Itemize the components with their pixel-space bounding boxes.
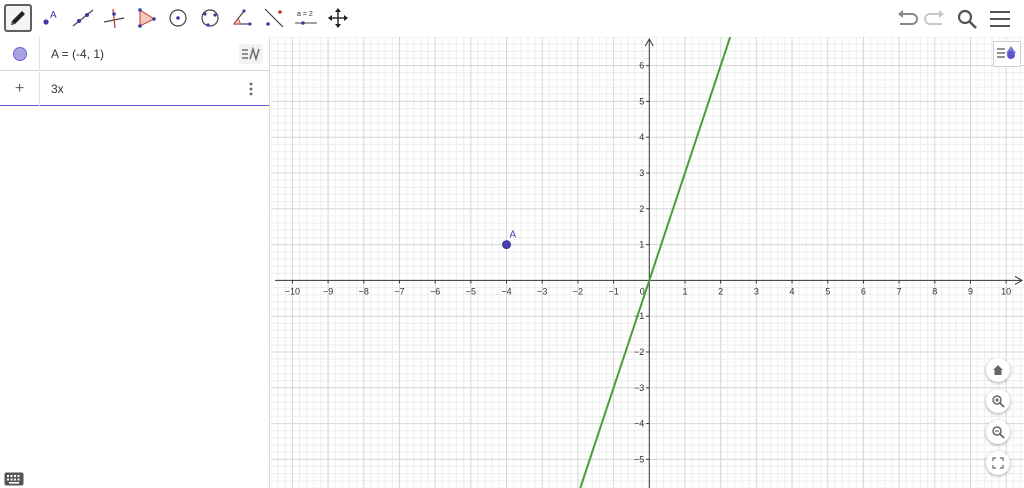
x-tick-label: 3	[754, 286, 759, 296]
move-tool[interactable]	[4, 4, 32, 32]
slider-icon: a = 2	[295, 11, 317, 25]
reflect-icon	[264, 8, 284, 28]
x-tick-label: −6	[430, 286, 440, 296]
x-tick-label: 6	[861, 286, 866, 296]
y-tick-label: 6	[639, 61, 644, 71]
circle-three-points-icon	[201, 9, 219, 27]
algebra-style-button[interactable]	[237, 40, 265, 68]
redo-icon	[924, 10, 944, 25]
keyboard-button[interactable]	[4, 472, 24, 486]
more-options-button[interactable]	[237, 75, 265, 103]
svg-text:A: A	[50, 10, 57, 21]
x-tick-label: 9	[968, 286, 973, 296]
x-tick-label: −7	[394, 286, 404, 296]
circle-center-icon	[169, 9, 187, 27]
polygon-tool[interactable]	[132, 4, 160, 32]
y-tick-label: 5	[639, 96, 644, 106]
move-view-tool[interactable]	[324, 4, 352, 32]
y-tick-label: 3	[639, 168, 644, 178]
add-item-button[interactable]: +	[0, 72, 40, 106]
angle-icon	[233, 9, 252, 26]
x-tick-label: −2	[573, 286, 583, 296]
home-icon	[993, 365, 1003, 375]
vertical-dots-icon	[249, 82, 253, 96]
line-tool[interactable]	[69, 4, 97, 32]
fullscreen-icon	[992, 457, 1004, 469]
x-tick-label: 7	[897, 286, 902, 296]
x-tick-label: 4	[790, 286, 795, 296]
graphics-view[interactable]: −10 −9 −8 −7 −6 −5 −4 −3 −2 −1 0 1 2 3 4 5 6 7 8 9 10 −5 −4 −3−…	[271, 37, 1024, 488]
graphics-style-bar-button[interactable]	[993, 41, 1021, 67]
x-tick-label: −4	[501, 286, 511, 296]
x-tick-label: −9	[323, 286, 333, 296]
algebra-description-icon	[239, 44, 263, 64]
x-tick-label: 8	[932, 286, 937, 296]
y-tick-label: −5	[634, 454, 644, 464]
polygon-icon	[138, 8, 156, 28]
circle-tool[interactable]	[164, 4, 192, 32]
zoom-out-icon	[992, 426, 1005, 439]
geogebra-app: A a = 2 A = (-4, 1) + 3x −10 −9 −8 −7 −6…	[0, 0, 1024, 488]
point-a[interactable]	[502, 240, 511, 250]
algebra-view: A = (-4, 1) + 3x	[0, 37, 270, 488]
toolbar: A a = 2	[0, 0, 1024, 37]
undo-button[interactable]	[894, 6, 920, 32]
y-tick-label: 2	[639, 204, 644, 214]
zoom-out-button[interactable]	[986, 420, 1010, 444]
style-bar-icon	[997, 46, 1016, 59]
y-tick-label: 4	[639, 132, 644, 142]
slider-tool-label: a = 2	[297, 11, 313, 18]
standard-view-button[interactable]	[986, 358, 1010, 382]
pencil-icon	[11, 11, 25, 25]
visibility-toggle[interactable]	[0, 37, 40, 71]
move-arrows-icon	[328, 8, 348, 28]
x-tick-label: 2	[718, 286, 723, 296]
keyboard-icon	[4, 472, 24, 486]
x-tick-label: 1	[682, 286, 687, 296]
algebra-item-text[interactable]: A = (-4, 1)	[51, 47, 104, 61]
function-line-3x[interactable]	[579, 37, 732, 488]
x-tick-label: −3	[537, 286, 547, 296]
algebra-input-row[interactable]: + 3x	[0, 72, 269, 106]
marble-icon	[12, 47, 27, 61]
slider-tool[interactable]: a = 2	[292, 4, 320, 32]
x-tick-label: −10	[285, 286, 300, 296]
x-tick-label: −8	[359, 286, 369, 296]
algebra-input-text[interactable]: 3x	[51, 82, 64, 96]
redo-button[interactable]	[922, 6, 948, 32]
perpendicular-tool[interactable]	[100, 4, 128, 32]
zoom-in-button[interactable]	[986, 389, 1010, 413]
x-tick-label: 5	[825, 286, 830, 296]
circle-3pts-tool[interactable]	[196, 4, 224, 32]
line-icon	[72, 9, 94, 27]
undo-icon	[898, 10, 918, 25]
x-tick-label: −1	[608, 286, 618, 296]
menu-button[interactable]	[987, 6, 1013, 32]
x-tick-label: −5	[466, 286, 476, 296]
point-icon: A	[43, 10, 57, 25]
reflect-tool[interactable]	[260, 4, 288, 32]
algebra-row-point-a[interactable]: A = (-4, 1)	[0, 37, 269, 71]
menu-icon	[990, 11, 1010, 27]
point-a-label: A	[510, 230, 517, 241]
point-tool[interactable]: A	[37, 4, 65, 32]
y-tick-label: −2	[634, 347, 644, 357]
search-button[interactable]	[954, 6, 980, 32]
search-icon	[957, 9, 977, 29]
y-tick-label: 1	[639, 240, 644, 250]
coordinate-plane[interactable]: −10 −9 −8 −7 −6 −5 −4 −3 −2 −1 0 1 2 3 4 5 6 7 8 9 10−5−4−3−…	[271, 37, 1024, 488]
perpendicular-icon	[103, 8, 125, 29]
zoom-in-icon	[992, 395, 1005, 408]
angle-tool[interactable]	[228, 4, 256, 32]
plus-icon: +	[14, 80, 25, 97]
fullscreen-button[interactable]	[986, 451, 1010, 475]
y-tick-label: −4	[634, 419, 644, 429]
x-tick-label: 10	[1001, 286, 1011, 296]
y-tick-label: −3	[634, 383, 644, 393]
